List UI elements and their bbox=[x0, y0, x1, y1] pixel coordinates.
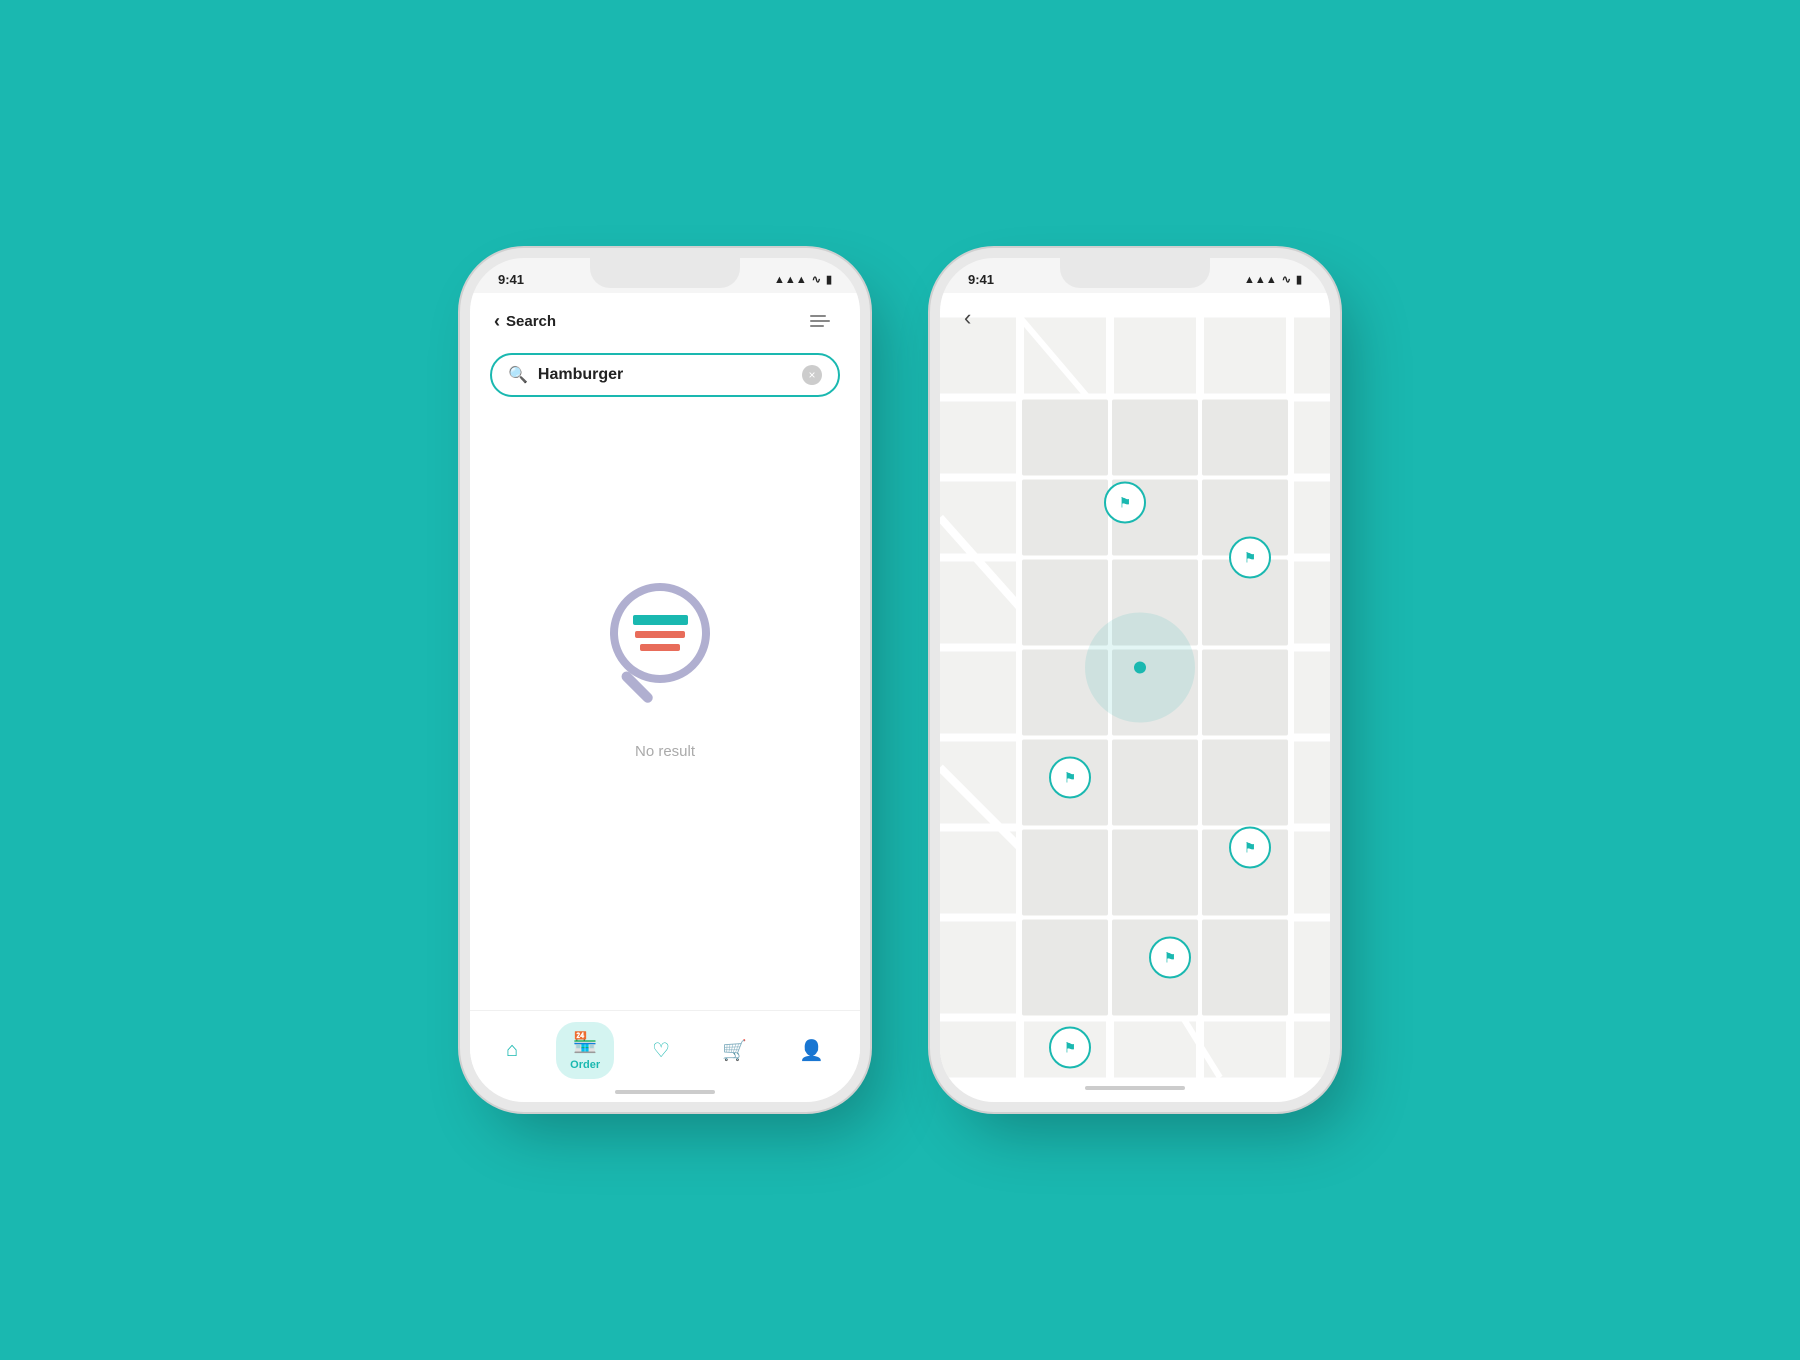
time-1: 9:41 bbox=[498, 272, 524, 287]
svg-text:⚑: ⚑ bbox=[1064, 1040, 1077, 1056]
clear-button[interactable]: × bbox=[802, 365, 822, 385]
search-bar-container: 🔍 Hamburger × bbox=[470, 345, 860, 413]
bottom-nav: ⌂ 🏪 Order ♡ 🛒 👤 bbox=[470, 1010, 860, 1090]
order-icon: 🏪 bbox=[573, 1030, 598, 1055]
notch bbox=[590, 258, 740, 288]
nav-home[interactable]: ⌂ bbox=[492, 1031, 532, 1070]
nav-order-label: Order bbox=[570, 1059, 600, 1071]
map-background: ⚑ ⚑ ⚑ ⚑ ⚑ ⚑ ‹ bbox=[940, 293, 1330, 1102]
map-back-button[interactable]: ‹ bbox=[964, 305, 971, 331]
map-roads: ⚑ ⚑ ⚑ ⚑ ⚑ ⚑ bbox=[940, 293, 1330, 1102]
cart-icon: 🛒 bbox=[722, 1038, 747, 1063]
filter-line-3 bbox=[810, 325, 824, 327]
battery-icon-2: ▮ bbox=[1296, 273, 1302, 286]
back-arrow-icon: ‹ bbox=[494, 311, 500, 332]
no-result-text: No result bbox=[635, 743, 695, 760]
notch-2 bbox=[1060, 258, 1210, 288]
svg-text:⚑: ⚑ bbox=[1244, 550, 1257, 566]
home-bar bbox=[615, 1090, 715, 1094]
filter-button[interactable] bbox=[804, 305, 836, 337]
no-result-illustration bbox=[600, 583, 730, 723]
nav-favorites[interactable]: ♡ bbox=[638, 1030, 684, 1071]
svg-text:⚑: ⚑ bbox=[1064, 770, 1077, 786]
nav-order[interactable]: 🏪 Order bbox=[556, 1022, 614, 1079]
search-icon: 🔍 bbox=[508, 365, 528, 385]
signal-icon-2: ▲▲▲ bbox=[1244, 274, 1277, 286]
nav-cart[interactable]: 🛒 bbox=[708, 1030, 761, 1071]
search-bar[interactable]: 🔍 Hamburger × bbox=[490, 353, 840, 397]
heart-icon: ♡ bbox=[652, 1038, 670, 1063]
no-result-area: No result bbox=[470, 413, 860, 1010]
mag-line-red-2 bbox=[640, 644, 680, 651]
wifi-icon-2: ∿ bbox=[1282, 273, 1291, 286]
mag-line-teal bbox=[633, 615, 688, 625]
phone-map: 9:41 ▲▲▲ ∿ ▮ bbox=[940, 258, 1330, 1102]
home-icon: ⌂ bbox=[506, 1039, 518, 1062]
filter-line-2 bbox=[810, 320, 830, 322]
phone-search: 9:41 ▲▲▲ ∿ ▮ ‹ Search 🔍 Hamburg bbox=[470, 258, 860, 1102]
status-icons-2: ▲▲▲ ∿ ▮ bbox=[1244, 273, 1302, 286]
mag-line-red-1 bbox=[635, 631, 685, 638]
search-screen: ‹ Search 🔍 Hamburger × bbox=[470, 293, 860, 1102]
time-2: 9:41 bbox=[968, 272, 994, 287]
signal-icon: ▲▲▲ bbox=[774, 274, 807, 286]
wifi-icon: ∿ bbox=[812, 273, 821, 286]
search-header: ‹ Search bbox=[470, 293, 860, 345]
search-value: Hamburger bbox=[538, 366, 792, 384]
nav-profile[interactable]: 👤 bbox=[785, 1030, 838, 1071]
svg-text:⚑: ⚑ bbox=[1244, 840, 1257, 856]
filter-line-1 bbox=[810, 315, 826, 317]
svg-text:⚑: ⚑ bbox=[1164, 950, 1177, 966]
map-screen: ⚑ ⚑ ⚑ ⚑ ⚑ ⚑ ‹ bbox=[940, 293, 1330, 1102]
status-icons-1: ▲▲▲ ∿ ▮ bbox=[774, 273, 832, 286]
magnifier-glass bbox=[610, 583, 710, 683]
map-header: ‹ bbox=[940, 293, 1330, 339]
back-button[interactable]: ‹ Search bbox=[494, 311, 556, 332]
screen-title: Search bbox=[506, 313, 556, 330]
map-home-bar bbox=[1085, 1086, 1185, 1090]
svg-text:⚑: ⚑ bbox=[1119, 495, 1132, 511]
filter-icon bbox=[810, 315, 830, 327]
battery-icon: ▮ bbox=[826, 273, 832, 286]
clear-icon: × bbox=[808, 368, 815, 382]
profile-icon: 👤 bbox=[799, 1038, 824, 1063]
